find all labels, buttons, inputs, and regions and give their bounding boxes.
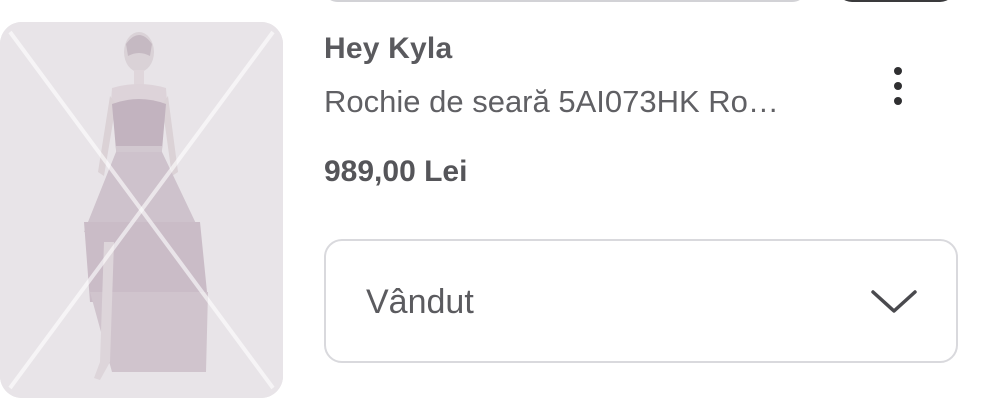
more-dot bbox=[894, 82, 902, 90]
product-thumbnail[interactable] bbox=[0, 22, 283, 398]
more-dot bbox=[894, 97, 902, 105]
top-action-button[interactable] bbox=[836, 0, 956, 2]
top-search-field[interactable] bbox=[322, 0, 808, 2]
status-dropdown-value: Vândut bbox=[366, 283, 474, 321]
product-title[interactable]: Rochie de seară 5AI073HK Ro… bbox=[324, 84, 844, 120]
product-price: 989,00 Lei bbox=[324, 155, 468, 188]
more-vertical-icon[interactable] bbox=[876, 56, 920, 116]
more-dot bbox=[894, 67, 902, 75]
chevron-down-icon bbox=[871, 290, 917, 313]
dress-image bbox=[0, 22, 283, 398]
top-toolbar-strip bbox=[0, 0, 1000, 10]
status-dropdown[interactable]: Vândut bbox=[324, 239, 958, 363]
product-brand: Hey Kyla bbox=[324, 32, 453, 65]
